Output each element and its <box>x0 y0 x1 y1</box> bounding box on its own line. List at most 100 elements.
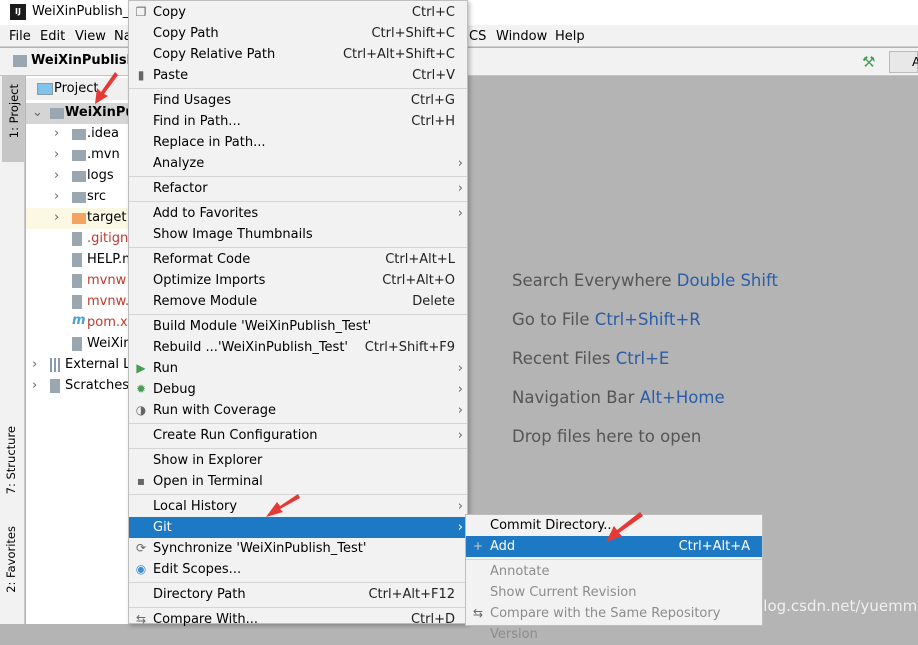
menu-item-compare-with-the-same-repository-version[interactable]: ⇆ Compare with the Same Repository Versio… <box>466 603 762 642</box>
menu-item-find-usages[interactable]: Find Usages Ctrl+G <box>129 90 467 111</box>
intellij-logo-icon: IJ <box>10 4 26 20</box>
tool-window-structure-tab[interactable]: 7: Structure <box>4 426 18 494</box>
menu-vcs[interactable]: CS <box>469 29 486 44</box>
menu-item-annotate[interactable]: Annotate <box>466 561 762 582</box>
menu-item-shortcut: Ctrl+H <box>411 114 455 129</box>
menu-item-label: Compare with the Same Repository Version <box>490 606 721 642</box>
menu-item-rebuild-weixinpublish-test[interactable]: Rebuild ...'WeiXinPublish_Test' Ctrl+Shif… <box>129 337 467 358</box>
menu-item-open-in-terminal[interactable]: ▪ Open in Terminal <box>129 471 467 492</box>
menu-item-label: Show Current Revision <box>490 585 637 600</box>
editor-hint: Search Everywhere Double Shift <box>512 271 778 290</box>
menu-item-label: Show in Explorer <box>153 453 263 468</box>
menu-item-copy-path[interactable]: Copy Path Ctrl+Shift+C <box>129 23 467 44</box>
menu-item-optimize-imports[interactable]: Optimize Imports Ctrl+Alt+O <box>129 270 467 291</box>
project-view-icon <box>37 83 53 95</box>
menu-view[interactable]: View <box>75 29 106 44</box>
menu-item-label: Debug <box>153 382 196 397</box>
menu-window[interactable]: Window <box>496 29 547 44</box>
hint-shortcut: Double Shift <box>676 271 778 290</box>
menu-item-compare-with[interactable]: ⇆ Compare With... Ctrl+D <box>129 609 467 630</box>
menu-item-show-in-explorer[interactable]: Show in Explorer <box>129 450 467 471</box>
menu-item-copy[interactable]: ❐ Copy Ctrl+C <box>129 2 467 23</box>
menu-item-git[interactable]: Git › <box>129 517 467 538</box>
menu-item-add[interactable]: + Add Ctrl+Alt+A <box>466 536 762 557</box>
file-icon <box>72 337 82 351</box>
menu-item-add-to-favorites[interactable]: Add to Favorites › <box>129 203 467 224</box>
chevron-right-icon[interactable]: › <box>54 168 59 183</box>
file-icon <box>72 274 82 288</box>
menu-item-copy-relative-path[interactable]: Copy Relative Path Ctrl+Alt+Shift+C <box>129 44 467 65</box>
menu-item-label: Commit Directory... <box>490 518 616 533</box>
chevron-right-icon[interactable]: › <box>32 357 37 372</box>
menu-item-label: Create Run Configuration <box>153 428 318 443</box>
tool-window-project-tab[interactable]: 1: Project <box>2 76 24 162</box>
menu-item-label: Rebuild ...'WeiXinPublish_Test' <box>153 340 348 355</box>
menu-edit[interactable]: Edit <box>40 29 65 44</box>
menu-item-shortcut: Ctrl+D <box>410 612 455 627</box>
menu-item-run-with-coverage[interactable]: ◑ Run with Coverage › <box>129 400 467 421</box>
chevron-right-icon[interactable]: › <box>54 210 59 225</box>
menu-item-synchronize-weixinpublish-test[interactable]: ⟳ Synchronize 'WeiXinPublish_Test' <box>129 538 467 559</box>
menu-file[interactable]: File <box>9 29 31 44</box>
project-panel-title[interactable]: Project <box>54 81 98 96</box>
menu-item-run[interactable]: ▶ Run › <box>129 358 467 379</box>
hint-shortcut: Ctrl+Shift+R <box>594 310 701 329</box>
menu-item-label: Copy <box>153 5 186 20</box>
menu-separator <box>129 87 467 89</box>
folder-icon <box>72 150 86 161</box>
menu-item-show-image-thumbnails[interactable]: Show Image Thumbnails <box>129 224 467 245</box>
menu-item-label: Git <box>153 520 172 535</box>
run-configuration-select[interactable]: A <box>889 51 918 73</box>
chevron-right-icon[interactable]: › <box>54 189 59 204</box>
menu-item-show-current-revision[interactable]: Show Current Revision <box>466 582 762 603</box>
debug-icon: ✹ <box>135 382 147 396</box>
menu-item-label: Reformat Code <box>153 252 251 267</box>
menu-item-local-history[interactable]: Local History › <box>129 496 467 517</box>
submenu-arrow-icon: › <box>457 499 463 514</box>
menu-item-label: Find Usages <box>153 93 232 108</box>
menu-item-label: Synchronize 'WeiXinPublish_Test' <box>153 541 367 556</box>
hint-text: Recent Files <box>512 349 611 368</box>
menu-item-label: Remove Module <box>153 294 258 309</box>
submenu-arrow-icon: › <box>457 382 463 397</box>
breadcrumb-project[interactable]: WeiXinPublish_ <box>31 53 142 68</box>
menu-item-replace-in-path[interactable]: Replace in Path... <box>129 132 467 153</box>
tree-item-label: .mvn <box>87 147 120 162</box>
menu-item-commit-directory[interactable]: Commit Directory... <box>466 515 762 536</box>
menu-item-create-run-configuration[interactable]: Create Run Configuration › <box>129 425 467 446</box>
menu-item-find-in-path[interactable]: Find in Path... Ctrl+H <box>129 111 467 132</box>
menu-separator <box>466 558 762 560</box>
menu-item-label: Annotate <box>490 564 550 579</box>
menu-item-edit-scopes[interactable]: ◉ Edit Scopes... <box>129 559 467 580</box>
menu-separator <box>129 581 467 583</box>
tool-window-favorites-tab[interactable]: 2: Favorites <box>4 526 18 593</box>
menu-item-label: Paste <box>153 68 189 83</box>
menu-separator <box>129 422 467 424</box>
menu-item-analyze[interactable]: Analyze › <box>129 153 467 174</box>
submenu-arrow-icon: › <box>457 361 463 376</box>
menu-item-directory-path[interactable]: Directory Path Ctrl+Alt+F12 <box>129 584 467 605</box>
chevron-right-icon[interactable]: › <box>32 378 37 393</box>
menu-item-label: Local History <box>153 499 238 514</box>
menu-item-reformat-code[interactable]: Reformat Code Ctrl+Alt+L <box>129 249 467 270</box>
menu-item-shortcut: Ctrl+Alt+L <box>385 252 455 267</box>
chevron-right-icon[interactable]: › <box>54 147 59 162</box>
menu-item-shortcut: Delete <box>412 294 455 309</box>
menu-item-build-module-weixinpublish-test[interactable]: Build Module 'WeiXinPublish_Test' <box>129 316 467 337</box>
maven-icon: m <box>72 313 86 328</box>
library-icon <box>50 358 60 372</box>
menu-item-debug[interactable]: ✹ Debug › <box>129 379 467 400</box>
menu-help[interactable]: Help <box>555 29 585 44</box>
menu-item-refactor[interactable]: Refactor › <box>129 178 467 199</box>
module-icon <box>50 108 64 119</box>
hint-text: Go to File <box>512 310 590 329</box>
chevron-down-icon[interactable]: ⌄ <box>32 105 43 120</box>
build-hammer-icon[interactable]: ⚒ <box>862 53 875 71</box>
menu-item-label: Directory Path <box>153 587 246 602</box>
hint-text: Search Everywhere <box>512 271 672 290</box>
chevron-right-icon[interactable]: › <box>54 126 59 141</box>
terminal-icon: ▪ <box>136 474 146 488</box>
menu-item-remove-module[interactable]: Remove Module Delete <box>129 291 467 312</box>
menu-separator <box>129 606 467 608</box>
menu-item-paste[interactable]: ▮ Paste Ctrl+V <box>129 65 467 86</box>
